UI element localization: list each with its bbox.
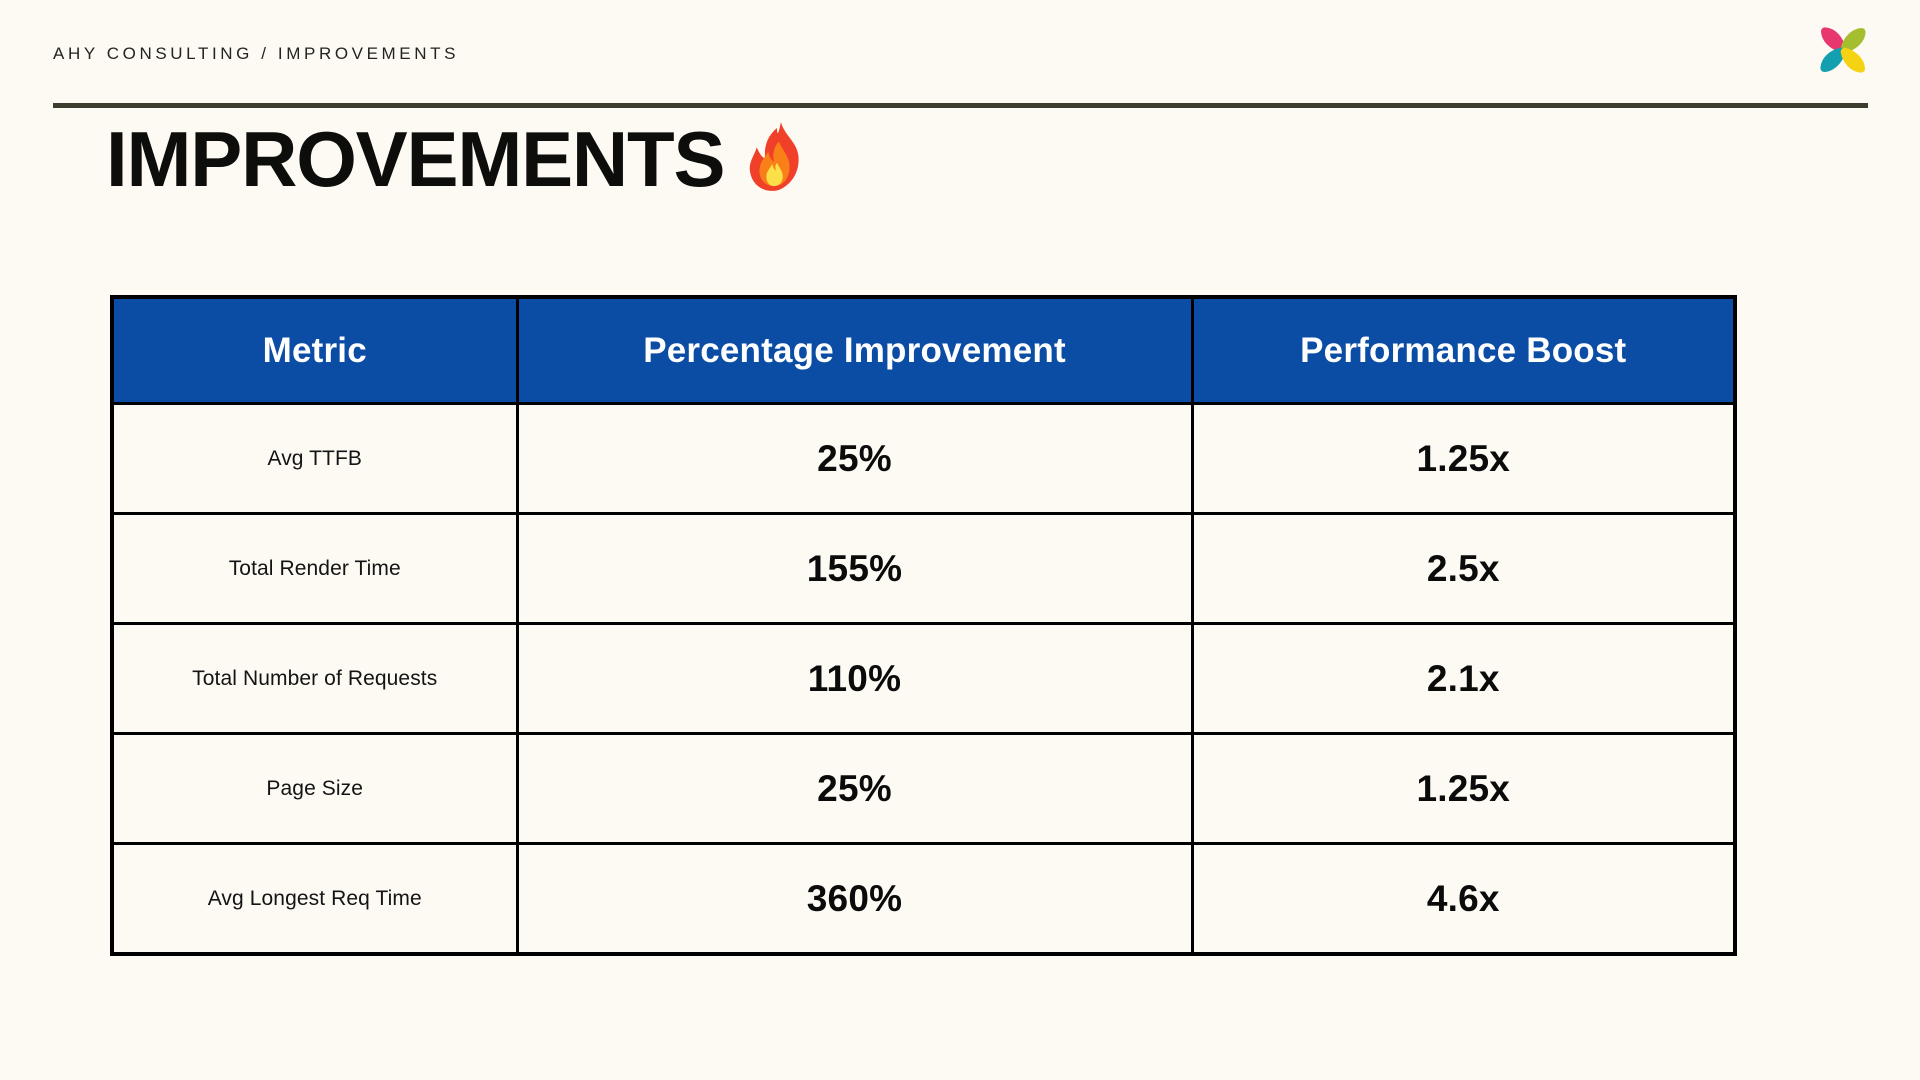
cell-metric-name: Total Number of Requests <box>110 622 519 735</box>
page-title-text: IMPROVEMENTS <box>106 115 726 203</box>
cell-metric-name: Avg TTFB <box>110 402 519 515</box>
table-row: Avg Longest Req Time 360% 4.6x <box>110 842 1737 956</box>
cell-percentage-improvement: 25% <box>515 402 1194 515</box>
improvements-table: Metric Percentage Improvement Performanc… <box>110 295 1737 956</box>
cell-metric-name: Avg Longest Req Time <box>110 842 519 956</box>
column-header-performance-boost: Performance Boost <box>1190 295 1737 405</box>
header-divider-rule <box>53 103 1868 108</box>
slide-canvas: AHY CONSULTING / IMPROVEMENTS IMPROVEMEN… <box>0 0 1920 1080</box>
cell-performance-boost: 1.25x <box>1190 732 1737 845</box>
cell-performance-boost: 4.6x <box>1190 842 1737 956</box>
table-row: Avg TTFB 25% 1.25x <box>110 402 1737 515</box>
cell-percentage-improvement: 110% <box>515 622 1194 735</box>
column-header-metric: Metric <box>110 295 519 405</box>
slide-header: AHY CONSULTING / IMPROVEMENTS <box>0 0 1920 110</box>
table-row: Page Size 25% 1.25x <box>110 732 1737 845</box>
cell-percentage-improvement: 25% <box>515 732 1194 845</box>
table-row: Total Number of Requests 110% 2.1x <box>110 622 1737 735</box>
fire-emoji <box>746 120 808 194</box>
cell-metric-name: Page Size <box>110 732 519 845</box>
cell-performance-boost: 1.25x <box>1190 402 1737 515</box>
cell-metric-name: Total Render Time <box>110 512 519 625</box>
cell-performance-boost: 2.5x <box>1190 512 1737 625</box>
table-row: Total Render Time 155% 2.5x <box>110 512 1737 625</box>
ahy-consulting-logo <box>1814 21 1872 79</box>
column-header-percentage-improvement: Percentage Improvement <box>515 295 1194 405</box>
cell-percentage-improvement: 155% <box>515 512 1194 625</box>
cell-percentage-improvement: 360% <box>515 842 1194 956</box>
page-title: IMPROVEMENTS <box>106 120 808 198</box>
cell-performance-boost: 2.1x <box>1190 622 1737 735</box>
breadcrumb: AHY CONSULTING / IMPROVEMENTS <box>53 44 460 63</box>
table-header-row: Metric Percentage Improvement Performanc… <box>110 295 1737 405</box>
